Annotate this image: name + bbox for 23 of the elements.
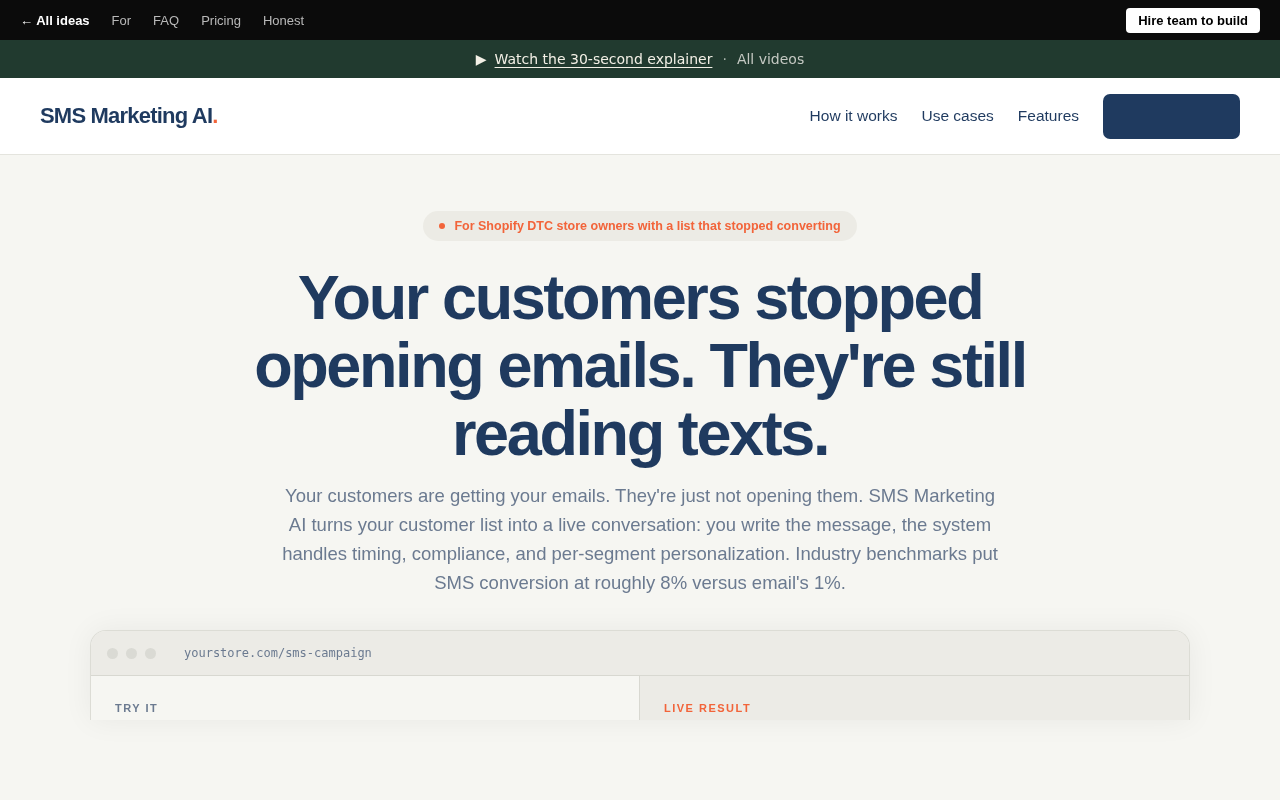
section-label: TRY IT bbox=[115, 702, 159, 714]
nav-link[interactable]: FAQ bbox=[153, 12, 180, 28]
section-label: LIVE RESULT bbox=[664, 702, 752, 714]
nav-link[interactable]: Features bbox=[1017, 107, 1079, 125]
nav-link[interactable]: Use cases bbox=[921, 107, 994, 125]
separator: · bbox=[722, 51, 727, 67]
dot-icon bbox=[439, 223, 446, 229]
logo-dot: . bbox=[212, 103, 218, 129]
intro-paragraph: Your customers are getting your emails. They're just not opening them. SMS Marketing AI turns your customer list into a live conversation: you write the message, the system handles timing, compliance, and per-segment personalization. Industry benchmarks put SMS conversion at roughly 8% versus email's 1%. bbox=[281, 484, 999, 595]
nav-link[interactable]: For bbox=[111, 12, 132, 28]
logo-text[interactable]: SMS Marketing AI bbox=[40, 103, 213, 129]
nav-link[interactable]: How it works bbox=[809, 107, 898, 125]
badge-text: For Shopify DTC store owners with a list that stopped converting bbox=[454, 219, 841, 233]
headline: Your customers stopped opening emails. They're still reading texts. bbox=[253, 263, 1027, 467]
all-videos-link[interactable]: All videos bbox=[736, 51, 805, 67]
url-text: yourstore.com/sms-campaign bbox=[184, 646, 372, 660]
play-icon: ▶ bbox=[475, 51, 487, 67]
nav-link[interactable]: Pricing bbox=[201, 12, 241, 28]
back-link[interactable]: ← All ideas bbox=[20, 12, 90, 28]
explainer-video-link[interactable]: Watch the 30-second explainer bbox=[494, 51, 713, 67]
nav-link[interactable]: Honest bbox=[262, 12, 305, 28]
hire-team-button[interactable]: Hire team to build bbox=[1126, 7, 1260, 33]
cta-button[interactable] bbox=[1103, 93, 1240, 139]
